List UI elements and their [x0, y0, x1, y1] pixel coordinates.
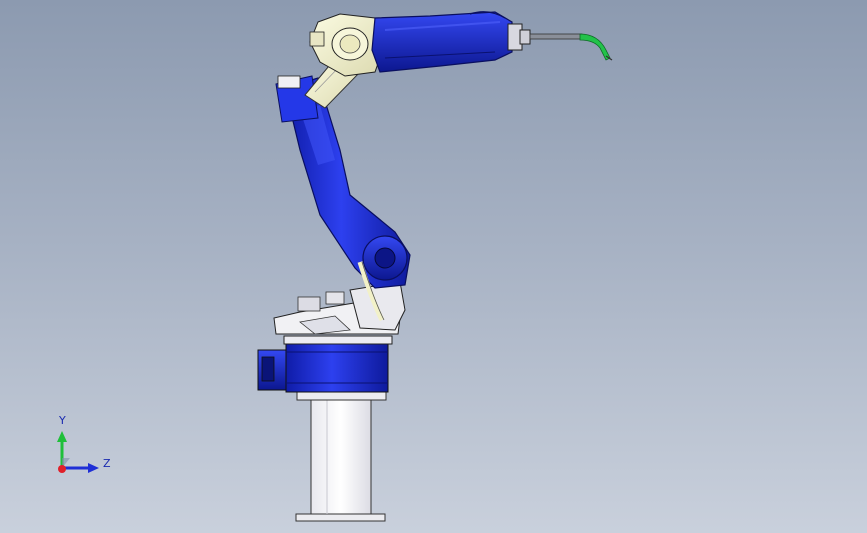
- graphics-viewport[interactable]: Y Z: [0, 0, 867, 533]
- robot-base[interactable]: [257, 335, 393, 393]
- robot-arm-model[interactable]: [0, 0, 867, 533]
- pedestal[interactable]: [295, 391, 387, 522]
- robot-wrist-head[interactable]: [309, 13, 383, 77]
- axis-z-label: Z: [103, 457, 111, 470]
- robot-forearm[interactable]: [371, 11, 513, 73]
- axis-y-label: Y: [59, 414, 66, 427]
- robot-turret[interactable]: [273, 281, 406, 335]
- y-axis-arrow: [57, 431, 67, 442]
- z-axis-arrow: [88, 463, 99, 473]
- welding-torch[interactable]: [507, 23, 613, 61]
- view-orientation-triad: [57, 431, 99, 473]
- x-axis-dot: [58, 465, 66, 473]
